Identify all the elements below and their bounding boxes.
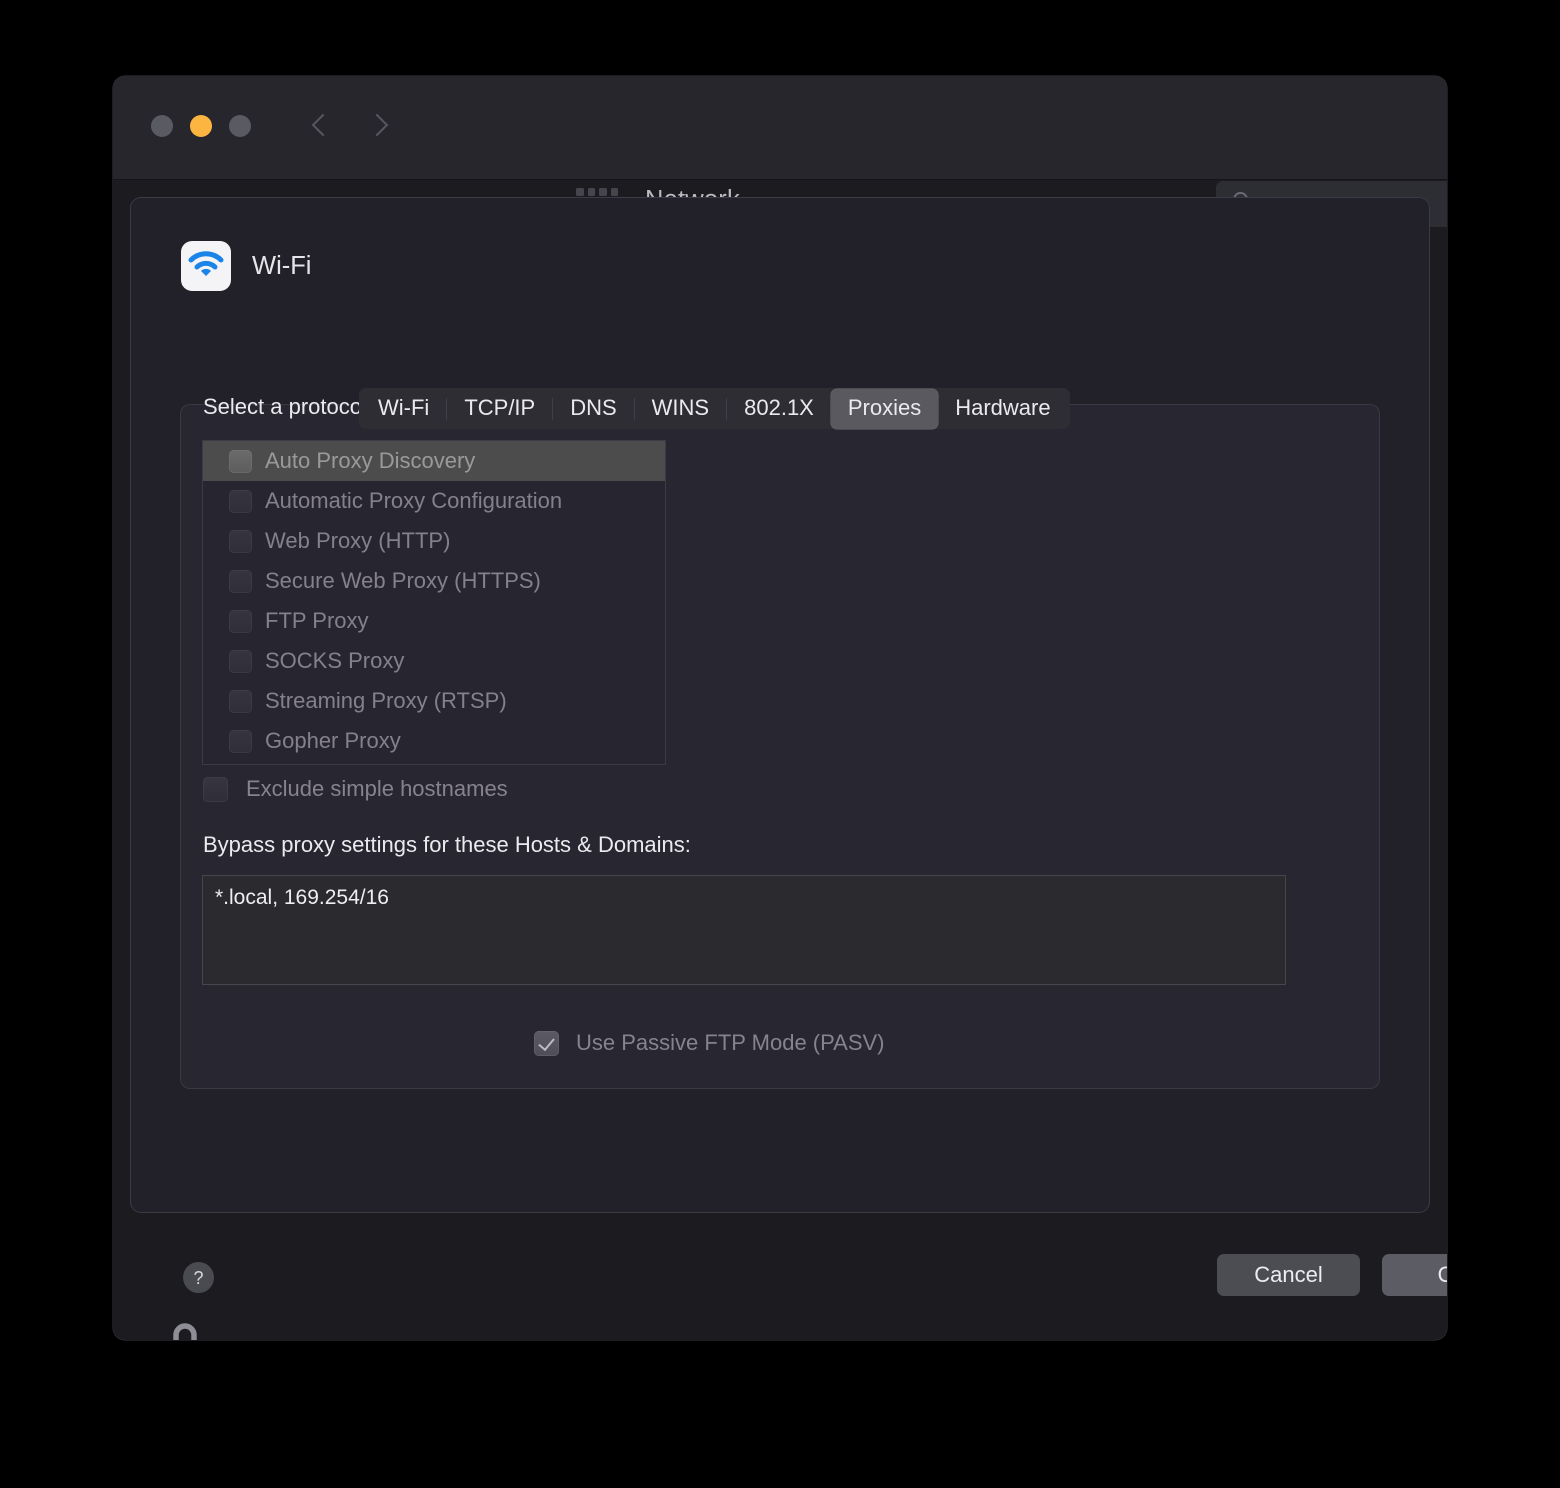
lock-message: Click the lock to make changes. — [230, 1336, 553, 1340]
tab-wins[interactable]: WINS — [635, 389, 726, 429]
bypass-textarea[interactable]: *.local, 169.254/16 — [203, 876, 1285, 984]
list-item[interactable]: FTP Proxy — [203, 601, 665, 641]
list-item-label: Gopher Proxy — [265, 728, 401, 753]
screen: Network Wi-Fi Wi — [0, 0, 1560, 1488]
list-item-label: FTP Proxy — [265, 608, 369, 633]
list-item[interactable]: Web Proxy (HTTP) — [203, 521, 665, 561]
minimize-button[interactable] — [190, 115, 212, 137]
checkbox-ftp-proxy[interactable] — [229, 609, 252, 633]
checkbox-secure-web-proxy-https[interactable] — [229, 569, 252, 593]
checkbox-passive-ftp[interactable] — [534, 1030, 559, 1056]
tab-hardware[interactable]: Hardware — [938, 389, 1067, 429]
checkbox-automatic-proxy-configuration[interactable] — [229, 489, 252, 513]
lock-closed-icon[interactable] — [163, 1318, 207, 1340]
tab-wifi[interactable]: Wi-Fi — [361, 389, 446, 429]
traffic-lights — [151, 115, 251, 137]
list-item[interactable]: Auto Proxy Discovery — [203, 441, 665, 481]
exclude-simple-hostnames-row[interactable]: Exclude simple hostnames — [203, 776, 508, 802]
grid-cell — [599, 188, 607, 197]
tab-8021x[interactable]: 802.1X — [727, 389, 831, 429]
checkbox-auto-proxy-discovery[interactable] — [229, 449, 252, 473]
bypass-label: Bypass proxy settings for these Hosts & … — [203, 832, 691, 857]
list-item-label: Secure Web Proxy (HTTPS) — [265, 568, 541, 593]
list-item-label: Automatic Proxy Configuration — [265, 488, 563, 513]
list-item[interactable]: Secure Web Proxy (HTTPS) — [203, 561, 665, 601]
list-item-label: Auto Proxy Discovery — [265, 448, 476, 473]
checkbox-streaming-proxy-rtsp[interactable] — [229, 689, 252, 713]
grid-cell — [576, 188, 584, 197]
bypass-value: *.local, 169.254/16 — [215, 886, 389, 909]
checkbox-web-proxy-http[interactable] — [229, 529, 252, 553]
wifi-icon — [181, 241, 231, 291]
nav-arrows — [309, 108, 391, 146]
tab-dns[interactable]: DNS — [553, 389, 633, 429]
checkbox-gopher-proxy[interactable] — [229, 729, 252, 753]
checkbox-exclude-simple-hostnames[interactable] — [203, 776, 228, 802]
zoom-button[interactable] — [229, 115, 251, 137]
network-preferences-window: Network Wi-Fi Wi — [113, 76, 1447, 1340]
tab-bar: Wi-Fi TCP/IP DNS WINS 802.1X Proxies Har… — [359, 388, 1070, 429]
window-toolbar — [113, 76, 1447, 180]
chevron-left-icon[interactable] — [309, 108, 331, 146]
list-item[interactable]: SOCKS Proxy — [203, 641, 665, 681]
service-header: Wi-Fi — [181, 241, 311, 291]
passive-ftp-label: Use Passive FTP Mode (PASV) — [576, 1030, 885, 1055]
checkbox-socks-proxy[interactable] — [229, 649, 252, 673]
list-item[interactable]: Gopher Proxy — [203, 721, 665, 761]
grid-cell — [610, 188, 618, 197]
list-item-label: SOCKS Proxy — [265, 648, 405, 673]
chevron-right-icon[interactable] — [369, 108, 391, 146]
service-name: Wi-Fi — [252, 251, 312, 280]
list-item[interactable]: Streaming Proxy (RTSP) — [203, 681, 665, 721]
grid-cell — [587, 188, 595, 197]
tab-proxies[interactable]: Proxies — [830, 388, 939, 429]
close-button[interactable] — [151, 115, 173, 137]
exclude-simple-hostnames-label: Exclude simple hostnames — [246, 776, 508, 801]
protocol-list[interactable]: Auto Proxy Discovery Automatic Proxy Con… — [203, 441, 665, 764]
proxies-sheet: Wi-Fi Wi-Fi TCP/IP DNS WINS 802.1X Proxi… — [131, 198, 1447, 1296]
passive-ftp-row[interactable]: Use Passive FTP Mode (PASV) — [534, 1030, 885, 1056]
tab-tcpip[interactable]: TCP/IP — [447, 389, 552, 429]
list-item-label: Streaming Proxy (RTSP) — [265, 688, 507, 713]
lock-bar: Click the lock to make changes. Revert A… — [113, 1238, 1447, 1340]
list-item[interactable]: Automatic Proxy Configuration — [203, 481, 665, 521]
list-item-label: Web Proxy (HTTP) — [265, 528, 451, 553]
